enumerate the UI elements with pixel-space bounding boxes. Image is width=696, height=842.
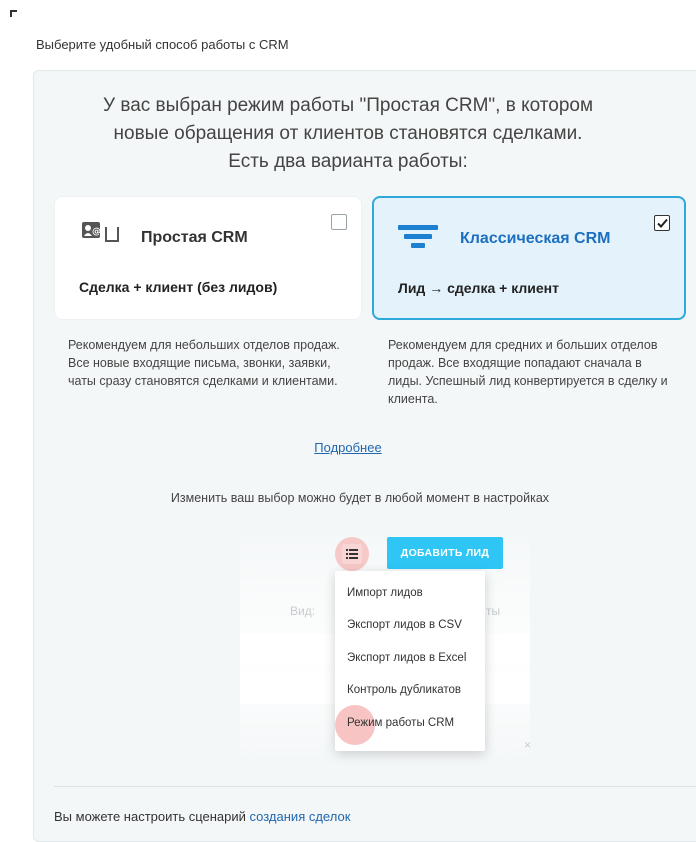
- more-link[interactable]: Подробнее: [0, 440, 696, 455]
- simple-crm-card[interactable]: @ Простая CRM Сделка + клиент (без лидов…: [54, 196, 362, 320]
- funnel-icon: [398, 220, 442, 255]
- simple-crm-checkbox[interactable]: [331, 214, 347, 230]
- faded-label: ты: [486, 604, 501, 618]
- faded-close-icon: ×: [524, 738, 532, 752]
- classic-crm-title: Классическая CRM: [460, 230, 611, 247]
- view-label: Вид:: [290, 604, 316, 618]
- headline: У вас выбран режим работы "Простая CRM",…: [102, 95, 594, 172]
- menu-item-export-csv[interactable]: Экспорт лидов в CSV: [347, 619, 462, 631]
- list-icon: [342, 544, 362, 564]
- add-lead-button[interactable]: ДОБАВИТЬ ЛИД: [387, 537, 503, 569]
- contact-card-icon: @: [79, 219, 123, 252]
- divider: [54, 786, 696, 787]
- footer-note: Вы можете настроить сценарий создания сд…: [54, 809, 350, 824]
- menu-item-duplicate-control[interactable]: Контроль дубликатов: [347, 684, 461, 696]
- menu-item-import-leads[interactable]: Импорт лидов: [347, 587, 423, 599]
- menu-item-export-excel[interactable]: Экспорт лидов в Excel: [347, 652, 466, 664]
- change-note: Изменить ваш выбор можно будет в любой м…: [170, 491, 550, 505]
- menu-item-crm-mode[interactable]: Режим работы CRM: [347, 717, 454, 729]
- classic-crm-card[interactable]: Классическая CRM Лид → сделка + клиент: [372, 196, 686, 320]
- menu-button[interactable]: [335, 537, 369, 571]
- corner-mark: [10, 10, 17, 17]
- footer-text: Вы можете настроить сценарий: [54, 809, 250, 824]
- classic-crm-description: Рекомендуем для средних и больших отдело…: [388, 338, 668, 406]
- svg-text:@: @: [92, 227, 101, 237]
- simple-crm-title: Простая CRM: [141, 229, 248, 246]
- actions-dropdown: Импорт лидов Экспорт лидов в CSV Экспорт…: [335, 571, 485, 751]
- page-title: Выберите удобный способ работы с CRM: [36, 37, 289, 52]
- deal-creation-link[interactable]: создания сделок: [250, 809, 351, 824]
- simple-crm-description: Рекомендуем для небольших отделов продаж…: [68, 338, 340, 388]
- classic-crm-checkbox[interactable]: [654, 215, 670, 231]
- checkmark-icon: [657, 218, 668, 228]
- simple-crm-formula: Сделка + клиент (без лидов): [79, 279, 278, 295]
- classic-crm-formula: Лид → сделка + клиент: [398, 280, 559, 296]
